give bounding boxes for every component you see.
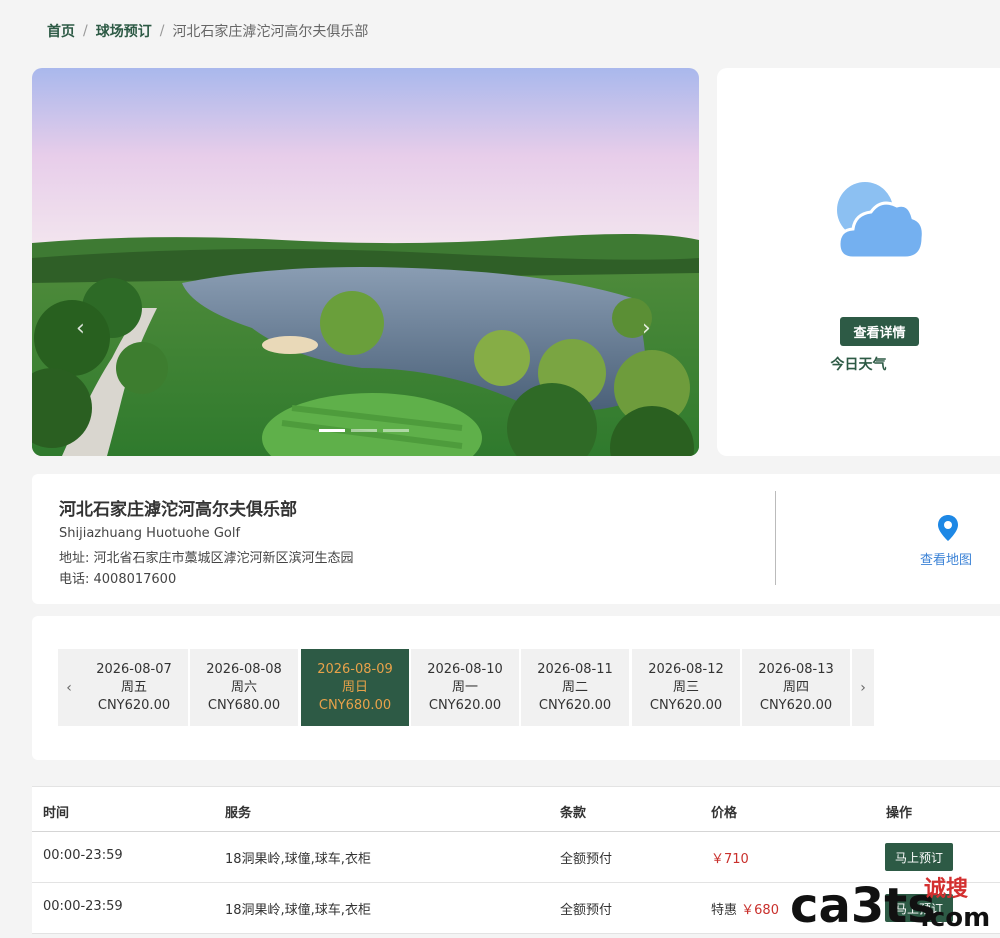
carousel-dot[interactable] <box>319 429 345 432</box>
date-option-weekday: 周日 <box>341 680 368 695</box>
watermark-logo: ca3ts 诚搜 .com <box>790 877 990 932</box>
club-address: 地址: 河北省石家庄市藁城区滹沱河新区滨河生态园 <box>59 551 354 566</box>
carousel-dot[interactable] <box>351 429 377 432</box>
date-next-button[interactable]: › <box>852 649 874 726</box>
date-option[interactable]: 2026-08-09 周日 CNY680.00 <box>301 649 409 726</box>
weather-card: 今日天气 查看详情 <box>717 68 1000 456</box>
weather-title: 今日天气 <box>830 357 887 373</box>
header-time: 时间 <box>43 806 70 821</box>
header-terms: 条款 <box>560 806 587 821</box>
date-option-date: 2026-08-10 <box>427 662 503 677</box>
date-option-weekday: 周二 <box>561 680 588 695</box>
breadcrumb-separator: / <box>83 23 88 39</box>
club-phone: 电话: 4008017600 <box>59 572 177 587</box>
row-service: 18洞果岭,球僮,球车,衣柜 <box>225 852 371 867</box>
price-value: ￥680 <box>741 903 779 918</box>
date-option[interactable]: 2026-08-11 周二 CNY620.00 <box>521 649 629 726</box>
carousel-prev-arrow[interactable]: ‹ <box>76 316 85 341</box>
row-terms: 全额预付 <box>560 903 613 918</box>
header-price: 价格 <box>711 806 738 821</box>
date-option-date: 2026-08-08 <box>206 662 282 677</box>
cloud-sun-icon <box>837 182 925 260</box>
row-price: ￥710 <box>711 848 749 867</box>
watermark-cn: 诚搜 <box>924 877 969 902</box>
date-option-weekday: 周四 <box>782 680 809 695</box>
map-pin-icon[interactable] <box>937 514 959 542</box>
date-option-date: 2026-08-11 <box>537 662 613 677</box>
divider <box>775 491 776 585</box>
date-option-weekday: 周六 <box>230 680 257 695</box>
watermark-text: ca3ts <box>790 878 936 932</box>
breadcrumb: 首页 / 球场预订 / 河北石家庄滹沱河高尔夫俱乐部 <box>47 21 368 41</box>
date-option-weekday: 周三 <box>672 680 699 695</box>
date-option[interactable]: 2026-08-08 周六 CNY680.00 <box>190 649 298 726</box>
row-service: 18洞果岭,球僮,球车,衣柜 <box>225 903 371 918</box>
watermark-suffix: .com <box>920 903 990 932</box>
row-terms: 全额预付 <box>560 852 613 867</box>
carousel-next-arrow[interactable]: › <box>642 316 651 341</box>
date-option-date: 2026-08-12 <box>648 662 724 677</box>
date-option-date: 2026-08-07 <box>96 662 172 677</box>
breadcrumb-booking[interactable]: 球场预订 <box>96 21 152 41</box>
date-option-price: CNY680.00 <box>318 698 392 713</box>
date-option-price: CNY620.00 <box>538 698 612 713</box>
date-option-price: CNY680.00 <box>207 698 281 713</box>
date-option-price: CNY620.00 <box>759 698 833 713</box>
row-price: 特惠 ￥680 <box>711 899 779 918</box>
club-name: 河北石家庄滹沱河高尔夫俱乐部 <box>59 500 297 520</box>
date-option[interactable]: 2026-08-07 周五 CNY620.00 <box>80 649 188 726</box>
club-name-english: Shijiazhuang Huotuohe Golf <box>59 526 241 541</box>
hero-carousel[interactable]: ‹ › <box>32 68 699 456</box>
header-service: 服务 <box>225 806 252 821</box>
date-option[interactable]: 2026-08-10 周一 CNY620.00 <box>411 649 519 726</box>
date-option[interactable]: 2026-08-12 周三 CNY620.00 <box>632 649 740 726</box>
date-option-price: CNY620.00 <box>649 698 723 713</box>
date-prev-button[interactable]: ‹ <box>58 649 80 726</box>
date-option-weekday: 周五 <box>120 680 147 695</box>
date-option-date: 2026-08-13 <box>758 662 834 677</box>
view-map-link[interactable]: 查看地图 <box>920 549 972 568</box>
date-option-price: CNY620.00 <box>428 698 502 713</box>
row-time: 00:00-23:59 <box>43 848 123 863</box>
book-now-button[interactable]: 马上预订 <box>885 843 953 871</box>
date-option-weekday: 周一 <box>451 680 478 695</box>
carousel-dot[interactable] <box>383 429 409 432</box>
date-option-price: CNY620.00 <box>97 698 171 713</box>
price-value: ￥710 <box>711 852 749 867</box>
date-option[interactable]: 2026-08-13 周四 CNY620.00 <box>742 649 850 726</box>
special-offer-tag: 特惠 <box>711 903 738 918</box>
header-action: 操作 <box>886 806 913 821</box>
breadcrumb-home[interactable]: 首页 <box>47 21 75 41</box>
weather-details-button[interactable]: 查看详情 <box>840 317 919 346</box>
date-option-date: 2026-08-09 <box>317 662 393 677</box>
table-header: 时间 服务 条款 价格 操作 <box>32 786 1000 832</box>
golf-course-image <box>32 68 699 456</box>
row-time: 00:00-23:59 <box>43 899 123 914</box>
carousel-indicators <box>319 429 409 432</box>
club-info-card: 河北石家庄滹沱河高尔夫俱乐部 Shijiazhuang Huotuohe Gol… <box>32 474 1000 604</box>
breadcrumb-separator: / <box>159 23 165 39</box>
breadcrumb-current: 河北石家庄滹沱河高尔夫俱乐部 <box>172 24 369 40</box>
